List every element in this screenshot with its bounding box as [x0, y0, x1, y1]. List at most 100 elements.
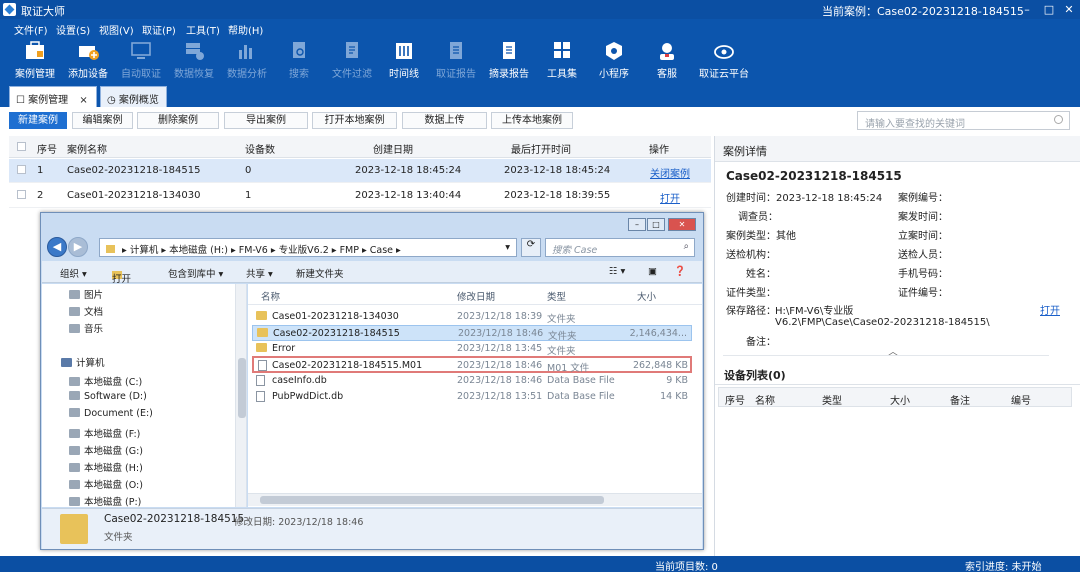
drive-icon [69, 391, 80, 400]
upload-local-case-button[interactable]: 上传本地案例 [491, 112, 573, 129]
tab-close-icon[interactable]: × [79, 95, 87, 106]
menu-file[interactable]: 文件(F) [14, 22, 48, 37]
export-case-button[interactable]: 导出案例 [224, 112, 308, 129]
new-case-button[interactable]: 新建案例 [9, 112, 67, 129]
cloud-platform-button[interactable]: 取证云平台 [697, 39, 751, 83]
forward-icon[interactable]: ▶ [68, 237, 88, 257]
data-upload-button[interactable]: 数据上传 [402, 112, 487, 129]
auto-forensics-button[interactable]: 自动取证 [114, 39, 168, 83]
edit-case-button[interactable]: 编辑案例 [72, 112, 133, 129]
menu-help[interactable]: 帮助(H) [228, 22, 263, 37]
customer-service-button[interactable]: 客服 [640, 39, 694, 83]
preview-pane-icon[interactable]: ▣ [648, 266, 657, 277]
search-button[interactable]: 搜索 [272, 39, 326, 83]
file-explorer-window[interactable]: – □ ✕ ◀ ▶ ▸ 计算机 ▸ 本地磁盘 (H:) ▸ FM-V6 ▸ 专业… [40, 212, 704, 550]
nav-scrollbar[interactable] [235, 284, 246, 507]
select-all-checkbox[interactable] [17, 142, 26, 151]
col-type[interactable]: 类型 [547, 289, 566, 303]
list-item[interactable]: Case02-20231218-184515.M01 2023/12/18 18… [252, 356, 692, 374]
table-row[interactable]: 1 Case02-20231218-184515 0 2023-12-18 18… [9, 159, 711, 183]
miniprogram-button[interactable]: 小程序 [587, 39, 641, 83]
nav-item-drive-f[interactable]: 本地磁盘 (F:) [69, 426, 140, 440]
open-local-case-button[interactable]: 打开本地案例 [312, 112, 397, 129]
open-case-link[interactable]: 打开 [660, 190, 680, 205]
explorer-details-pane: Case02-20231218-184515 修改日期: 2023/12/18 … [42, 508, 702, 549]
device-list-header: 设备列表(0) [715, 363, 1080, 385]
close-case-link[interactable]: 关闭案例 [650, 165, 690, 180]
scrollbar-thumb[interactable] [238, 358, 246, 418]
search-icon[interactable]: ⌕ [684, 241, 689, 252]
nav-item-drive-c[interactable]: 本地磁盘 (C:) [69, 374, 142, 388]
nav-item-drive-o[interactable]: 本地磁盘 (O:) [69, 477, 143, 491]
nav-item-drive-e[interactable]: Document (E:) [69, 408, 153, 419]
excerpt-report-button[interactable]: 摘录报告 [482, 39, 536, 83]
file-icon [258, 360, 267, 371]
table-row[interactable]: 2 Case01-20231218-134030 1 2023-12-18 13… [9, 184, 711, 208]
file-list-pane: 名称 修改日期 类型 大小 Case01-20231218-134030 202… [248, 284, 702, 507]
forensics-report-button[interactable]: 取证报告 [429, 39, 483, 83]
view-options-icon[interactable]: ☷ ▾ [609, 266, 625, 277]
timeline-button[interactable]: 时间线 [377, 39, 431, 83]
file-filter-button[interactable]: 文件过滤 [325, 39, 379, 83]
col-size[interactable]: 大小 [637, 289, 656, 303]
help-icon[interactable]: ❓ [674, 266, 686, 277]
nav-item-music[interactable]: 音乐 [69, 321, 103, 335]
address-bar[interactable]: ▸ 计算机 ▸ 本地磁盘 (H:) ▸ FM-V6 ▸ 专业版V6.2 ▸ FM… [99, 238, 517, 257]
delete-case-button[interactable]: 删除案例 [137, 112, 219, 129]
search-icon[interactable] [1054, 115, 1063, 124]
nav-item-drive-g[interactable]: 本地磁盘 (G:) [69, 443, 143, 457]
data-recovery-button[interactable]: 数据恢复 [167, 39, 221, 83]
customer-service-icon [660, 43, 674, 60]
explorer-minimize-button[interactable]: – [628, 218, 646, 231]
explorer-maximize-button[interactable]: □ [647, 218, 665, 231]
col-name[interactable]: 名称 [261, 289, 280, 303]
drive-icon [69, 463, 80, 472]
data-analysis-button[interactable]: 数据分析 [220, 39, 274, 83]
maximize-button[interactable]: □ [1039, 1, 1059, 18]
nav-item-drive-h[interactable]: 本地磁盘 (H:) [69, 460, 143, 474]
include-library-button[interactable]: 包含到库中 ▾ [168, 266, 223, 280]
case-manage-button[interactable]: 案例管理 [8, 39, 62, 83]
nav-item-pictures[interactable]: 图片 [69, 287, 103, 301]
scrollbar-thumb[interactable] [260, 496, 604, 504]
menu-settings[interactable]: 设置(S) [56, 22, 90, 37]
add-device-button[interactable]: 添加设备 [61, 39, 115, 83]
file-pane-scrollbar[interactable] [248, 493, 702, 506]
nav-item-computer[interactable]: 计算机 [61, 355, 105, 369]
col-date[interactable]: 修改日期 [457, 289, 495, 303]
nav-item-drive-d[interactable]: Software (D:) [69, 391, 147, 402]
toolset-button[interactable]: 工具集 [535, 39, 589, 83]
pictures-icon [69, 290, 80, 299]
list-item[interactable]: caseInfo.db 2023/12/18 18:46 Data Base F… [252, 373, 692, 389]
menu-tools[interactable]: 工具(T) [186, 22, 220, 37]
index-progress: 索引进度: 未开始 [965, 562, 1042, 572]
file-icon [256, 391, 265, 402]
row-checkbox[interactable] [17, 165, 26, 174]
new-folder-button[interactable]: 新建文件夹 [296, 266, 344, 280]
tab-case-manage[interactable]: ☐ 案例管理 × [9, 86, 97, 107]
address-dropdown-icon[interactable]: ▾ [505, 242, 510, 253]
back-icon[interactable]: ◀ [47, 237, 67, 257]
menu-forensics[interactable]: 取证(P) [142, 22, 176, 37]
nav-item-documents[interactable]: 文档 [69, 304, 103, 318]
main-toolbar: 案例管理 添加设备 自动取证 数据恢复 数据分析 搜索 文件过滤 时间线 取证报… [0, 37, 1080, 85]
tab-case-overview[interactable]: ◷ 案例概览 [100, 86, 167, 107]
status-bar: 当前项目数: 0 索引进度: 未开始 [0, 556, 1080, 572]
explorer-close-button[interactable]: ✕ [668, 218, 696, 231]
menu-view[interactable]: 视图(V) [99, 22, 134, 37]
share-button[interactable]: 共享 ▾ [246, 266, 273, 280]
organize-button[interactable]: 组织 ▾ [60, 266, 87, 280]
list-item[interactable]: Error 2023/12/18 13:45 文件夹 [252, 341, 692, 357]
list-item[interactable]: Case02-20231218-184515 2023/12/18 18:46 … [252, 325, 692, 342]
list-item[interactable]: Case01-20231218-134030 2023/12/18 18:39 … [252, 309, 692, 325]
close-button[interactable]: ✕ [1059, 1, 1079, 18]
explorer-search-input[interactable]: 搜索 Case ⌕ [545, 238, 695, 257]
keyword-search-input[interactable]: 请输入要查找的关键词 [857, 111, 1070, 130]
device-table-header: 序号 名称 类型 大小 备注 编号 [718, 387, 1072, 407]
row-checkbox[interactable] [17, 190, 26, 199]
minimize-button[interactable]: – [1017, 1, 1037, 18]
nav-item-drive-p[interactable]: 本地磁盘 (P:) [69, 494, 141, 507]
list-item[interactable]: PubPwdDict.db 2023/12/18 13:51 Data Base… [252, 389, 692, 405]
open-path-link[interactable]: 打开 [1040, 302, 1060, 317]
refresh-icon[interactable]: ⟳ [521, 238, 541, 257]
